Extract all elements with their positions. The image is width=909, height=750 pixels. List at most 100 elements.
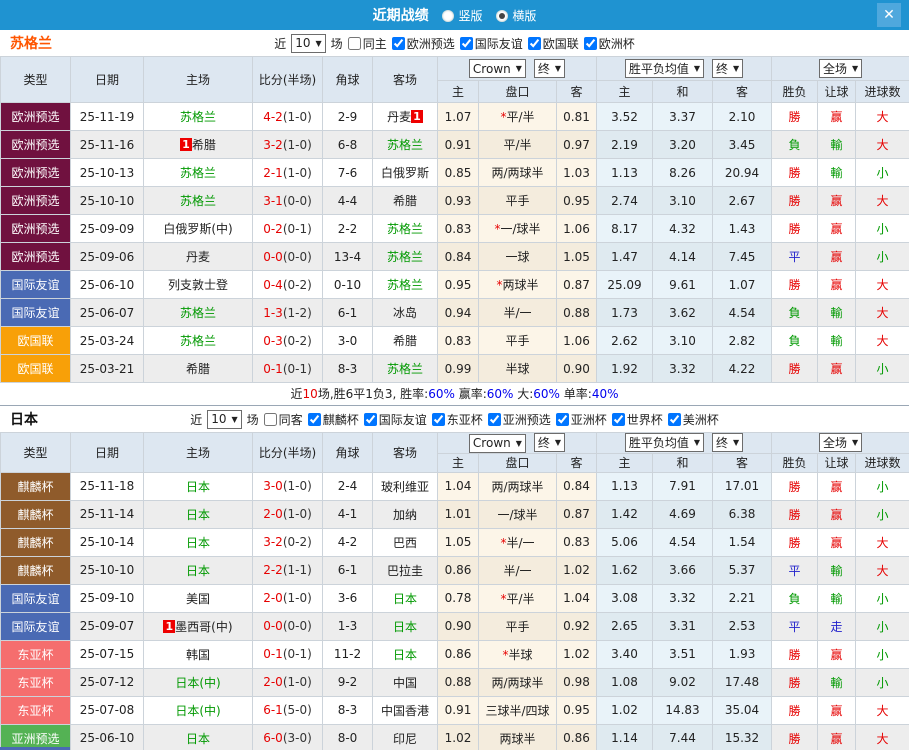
match-row: 欧国联25-03-21希腊0-1(0-1)8-3苏格兰0.99半球0.901.9… xyxy=(1,355,909,383)
competition-checkbox[interactable] xyxy=(584,37,597,50)
bookmaker-select[interactable]: Crown▼ xyxy=(469,434,526,453)
result-handicap: 赢 xyxy=(818,724,856,750)
away-team-name: 玻利维亚 xyxy=(381,480,429,494)
sub-col-header: 主 xyxy=(438,453,479,472)
away-team-cell: 中国香港 xyxy=(373,696,438,724)
corner-cell: 7-6 xyxy=(323,159,373,187)
recent-count-select[interactable]: 10▼ xyxy=(291,34,325,53)
final-odds-select[interactable]: 终▼ xyxy=(534,433,565,452)
avg-odds-select[interactable]: 胜平负均值▼ xyxy=(625,433,704,452)
competition-checkbox[interactable] xyxy=(612,413,625,426)
competition-checkbox[interactable] xyxy=(668,413,681,426)
avg-odds-select[interactable]: 胜平负均值▼ xyxy=(625,59,704,78)
close-icon[interactable]: ✕ xyxy=(877,3,901,27)
same-venue-checkbox[interactable] xyxy=(264,413,277,426)
competition-checkbox[interactable] xyxy=(528,37,541,50)
result-handicap: 輸 xyxy=(818,668,856,696)
vertical-layout-radio[interactable] xyxy=(442,10,454,22)
handicap-cell: 三球半/四球 xyxy=(479,696,557,724)
home-team-name: 日本 xyxy=(186,480,210,494)
away-team-cell: 日本 xyxy=(373,612,438,640)
result-outcome: 勝 xyxy=(772,355,818,383)
result-goals: 小 xyxy=(856,584,909,612)
handicap-cell: *平/半 xyxy=(479,103,557,131)
final-avg-select[interactable]: 终▼ xyxy=(712,433,743,452)
halftime-score: (0-0) xyxy=(283,194,312,208)
final-odds-select-value: 终 xyxy=(538,434,550,451)
avg-group-header: 胜平负均值▼ 终▼ xyxy=(597,433,772,454)
competition-checkbox[interactable] xyxy=(432,413,445,426)
match-row: 国际友谊25-06-07苏格兰1-3(1-2)6-1冰岛0.94半/一0.881… xyxy=(1,299,909,327)
handicap-cell: *平/半 xyxy=(479,584,557,612)
avg-odds-select-value: 胜平负均值 xyxy=(629,434,689,451)
final-avg-select[interactable]: 终▼ xyxy=(712,59,743,78)
match-scope-select[interactable]: 全场▼ xyxy=(819,59,862,78)
crown-away-odds: 0.87 xyxy=(557,500,597,528)
horizontal-layout-radio[interactable] xyxy=(496,10,508,22)
crown-away-odds: 1.02 xyxy=(557,556,597,584)
summary-segment: 大: xyxy=(513,387,533,401)
summary-segment: 40% xyxy=(592,387,619,401)
date-cell: 25-11-16 xyxy=(71,131,144,159)
horizontal-layout-label[interactable]: 横版 xyxy=(512,9,536,23)
avg-draw-odds: 4.54 xyxy=(653,528,713,556)
competition-label: 欧洲预选 xyxy=(407,35,455,52)
handicap-cell: *一/球半 xyxy=(479,215,557,243)
result-handicap: 輸 xyxy=(818,584,856,612)
date-cell: 25-09-09 xyxy=(71,215,144,243)
score-cell: 3-2(0-2) xyxy=(253,528,323,556)
score-cell: 0-4(0-2) xyxy=(253,271,323,299)
crown-away-odds: 0.90 xyxy=(557,355,597,383)
competition-checkbox[interactable] xyxy=(392,37,405,50)
type-cell: 国际友谊 xyxy=(1,612,71,640)
crown-away-odds: 0.83 xyxy=(557,528,597,556)
date-cell: 25-09-06 xyxy=(71,243,144,271)
same-venue-checkbox[interactable] xyxy=(348,37,361,50)
handicap-text: 半/一 xyxy=(503,564,531,578)
competition-checkbox[interactable] xyxy=(556,413,569,426)
crown-home-odds: 0.94 xyxy=(438,299,479,327)
section-filter-row: 苏格兰近10▼场同主欧洲预选国际友谊欧国联欧洲杯 xyxy=(0,30,909,56)
home-team-cell: 丹麦 xyxy=(144,243,253,271)
result-handicap: 赢 xyxy=(818,103,856,131)
date-cell: 25-10-13 xyxy=(71,159,144,187)
competition-checkbox[interactable] xyxy=(488,413,501,426)
competition-checkbox[interactable] xyxy=(308,413,321,426)
home-team-name: 日本(中) xyxy=(175,676,220,690)
handicap-cell: 两球半 xyxy=(479,724,557,750)
sub-col-header: 胜负 xyxy=(772,453,818,472)
header-row-groups: 类型日期主场比分(半场)角球客场Crown▼终▼胜平负均值▼终▼全场▼ xyxy=(1,57,909,81)
fulltime-score: 0-3 xyxy=(263,334,283,348)
match-scope-select-value: 全场 xyxy=(823,60,847,77)
halftime-score: (1-2) xyxy=(283,306,312,320)
result-handicap: 赢 xyxy=(818,215,856,243)
avg-away-odds: 5.37 xyxy=(713,556,772,584)
competition-label: 国际友谊 xyxy=(379,411,427,428)
bookmaker-select[interactable]: Crown▼ xyxy=(469,59,526,78)
away-team-cell: 冰岛 xyxy=(373,299,438,327)
match-row: 麒麟杯25-11-14日本2-0(1-0)4-1加纳1.01一/球半0.871.… xyxy=(1,500,909,528)
score-cell: 0-1(0-1) xyxy=(253,355,323,383)
fulltime-score: 0-1 xyxy=(263,362,283,376)
date-cell: 25-06-10 xyxy=(71,271,144,299)
section-filter-row: 日本近10▼场同客麒麟杯国际友谊东亚杯亚洲预选亚洲杯世界杯美洲杯 xyxy=(0,406,909,432)
final-odds-select[interactable]: 终▼ xyxy=(534,59,565,78)
home-team-cell: 日本 xyxy=(144,528,253,556)
vertical-layout-label[interactable]: 竖版 xyxy=(458,9,482,23)
result-goals: 小 xyxy=(856,355,909,383)
competition-checkbox[interactable] xyxy=(460,37,473,50)
avg-away-odds: 6.38 xyxy=(713,500,772,528)
recent-count-select[interactable]: 10▼ xyxy=(207,410,241,429)
avg-away-odds: 1.54 xyxy=(713,528,772,556)
sub-col-header: 进球数 xyxy=(856,453,909,472)
handicap-text: 三球半/四球 xyxy=(485,704,549,718)
fulltime-score: 6-0 xyxy=(263,731,283,745)
home-team-name: 列支敦士登 xyxy=(168,278,228,292)
sub-col-header: 盘口 xyxy=(479,453,557,472)
recent-count-select-value: 10 xyxy=(211,412,226,426)
fulltime-score: 0-0 xyxy=(263,619,283,633)
sub-col-header: 客 xyxy=(713,453,772,472)
col-header-away: 客场 xyxy=(373,57,438,103)
match-scope-select[interactable]: 全场▼ xyxy=(819,433,862,452)
competition-checkbox[interactable] xyxy=(364,413,377,426)
